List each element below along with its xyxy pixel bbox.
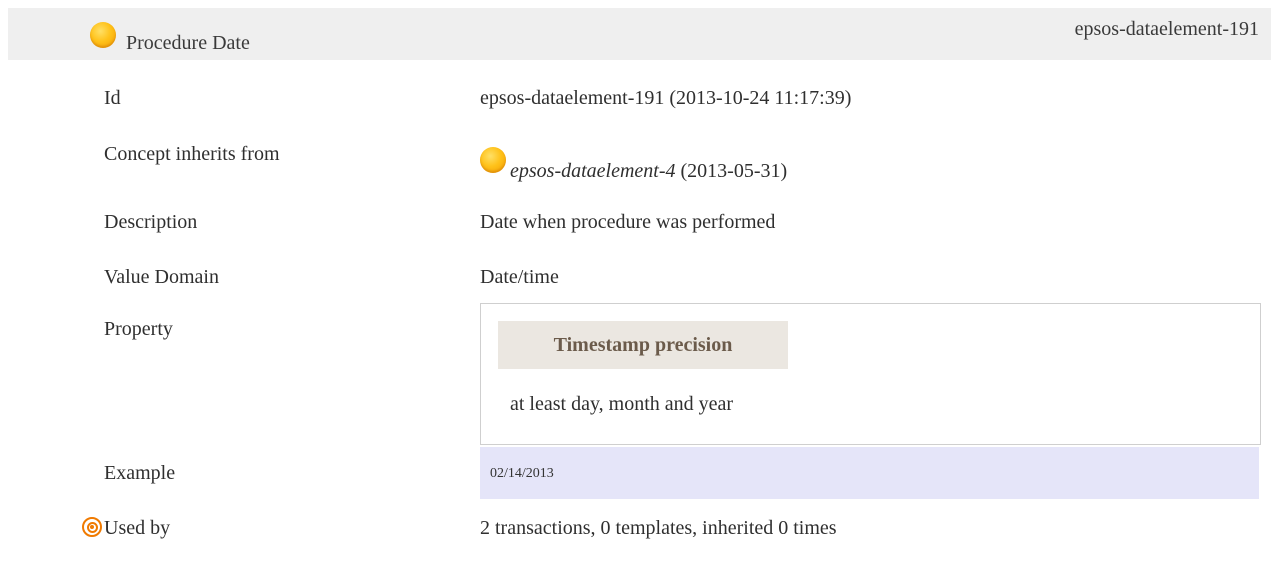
property-name: Timestamp precision [498, 321, 788, 369]
description-label: Description [104, 211, 198, 233]
id-label: Id [104, 87, 121, 109]
used-by-label: Used by [104, 517, 171, 539]
value-domain-value: Date/time [480, 266, 559, 288]
property-value: at least day, month and year [510, 393, 734, 415]
inherits-value: epsos-dataelement-4 (2013-05-31) [480, 147, 788, 183]
example-label: Example [104, 462, 176, 484]
target-icon [82, 517, 102, 537]
concept-title: Procedure Date [126, 32, 250, 54]
property-table: Timestamp precision at least day, month … [480, 303, 1261, 445]
inherited-concept-date: (2013-05-31) [680, 160, 788, 182]
inherits-label: Concept inherits from [104, 143, 280, 165]
example-value: 02/14/2013 [490, 466, 554, 481]
description-value: Date when procedure was performed [480, 211, 776, 233]
property-label: Property [104, 318, 173, 340]
inherited-concept-link[interactable]: epsos-dataelement-4 [510, 160, 676, 182]
id-value: epsos-dataelement-191 (2013-10-24 11:17:… [480, 87, 852, 109]
value-domain-label: Value Domain [104, 266, 219, 288]
example-box: 02/14/2013 [480, 447, 1259, 499]
concept-header: Procedure Date epsos-dataelement-191 [8, 8, 1271, 60]
inherited-concept-icon [480, 147, 506, 173]
concept-status-icon [90, 22, 116, 48]
concept-id: epsos-dataelement-191 [1074, 18, 1259, 40]
used-by-value: 2 transactions, 0 templates, inherited 0… [480, 517, 837, 539]
